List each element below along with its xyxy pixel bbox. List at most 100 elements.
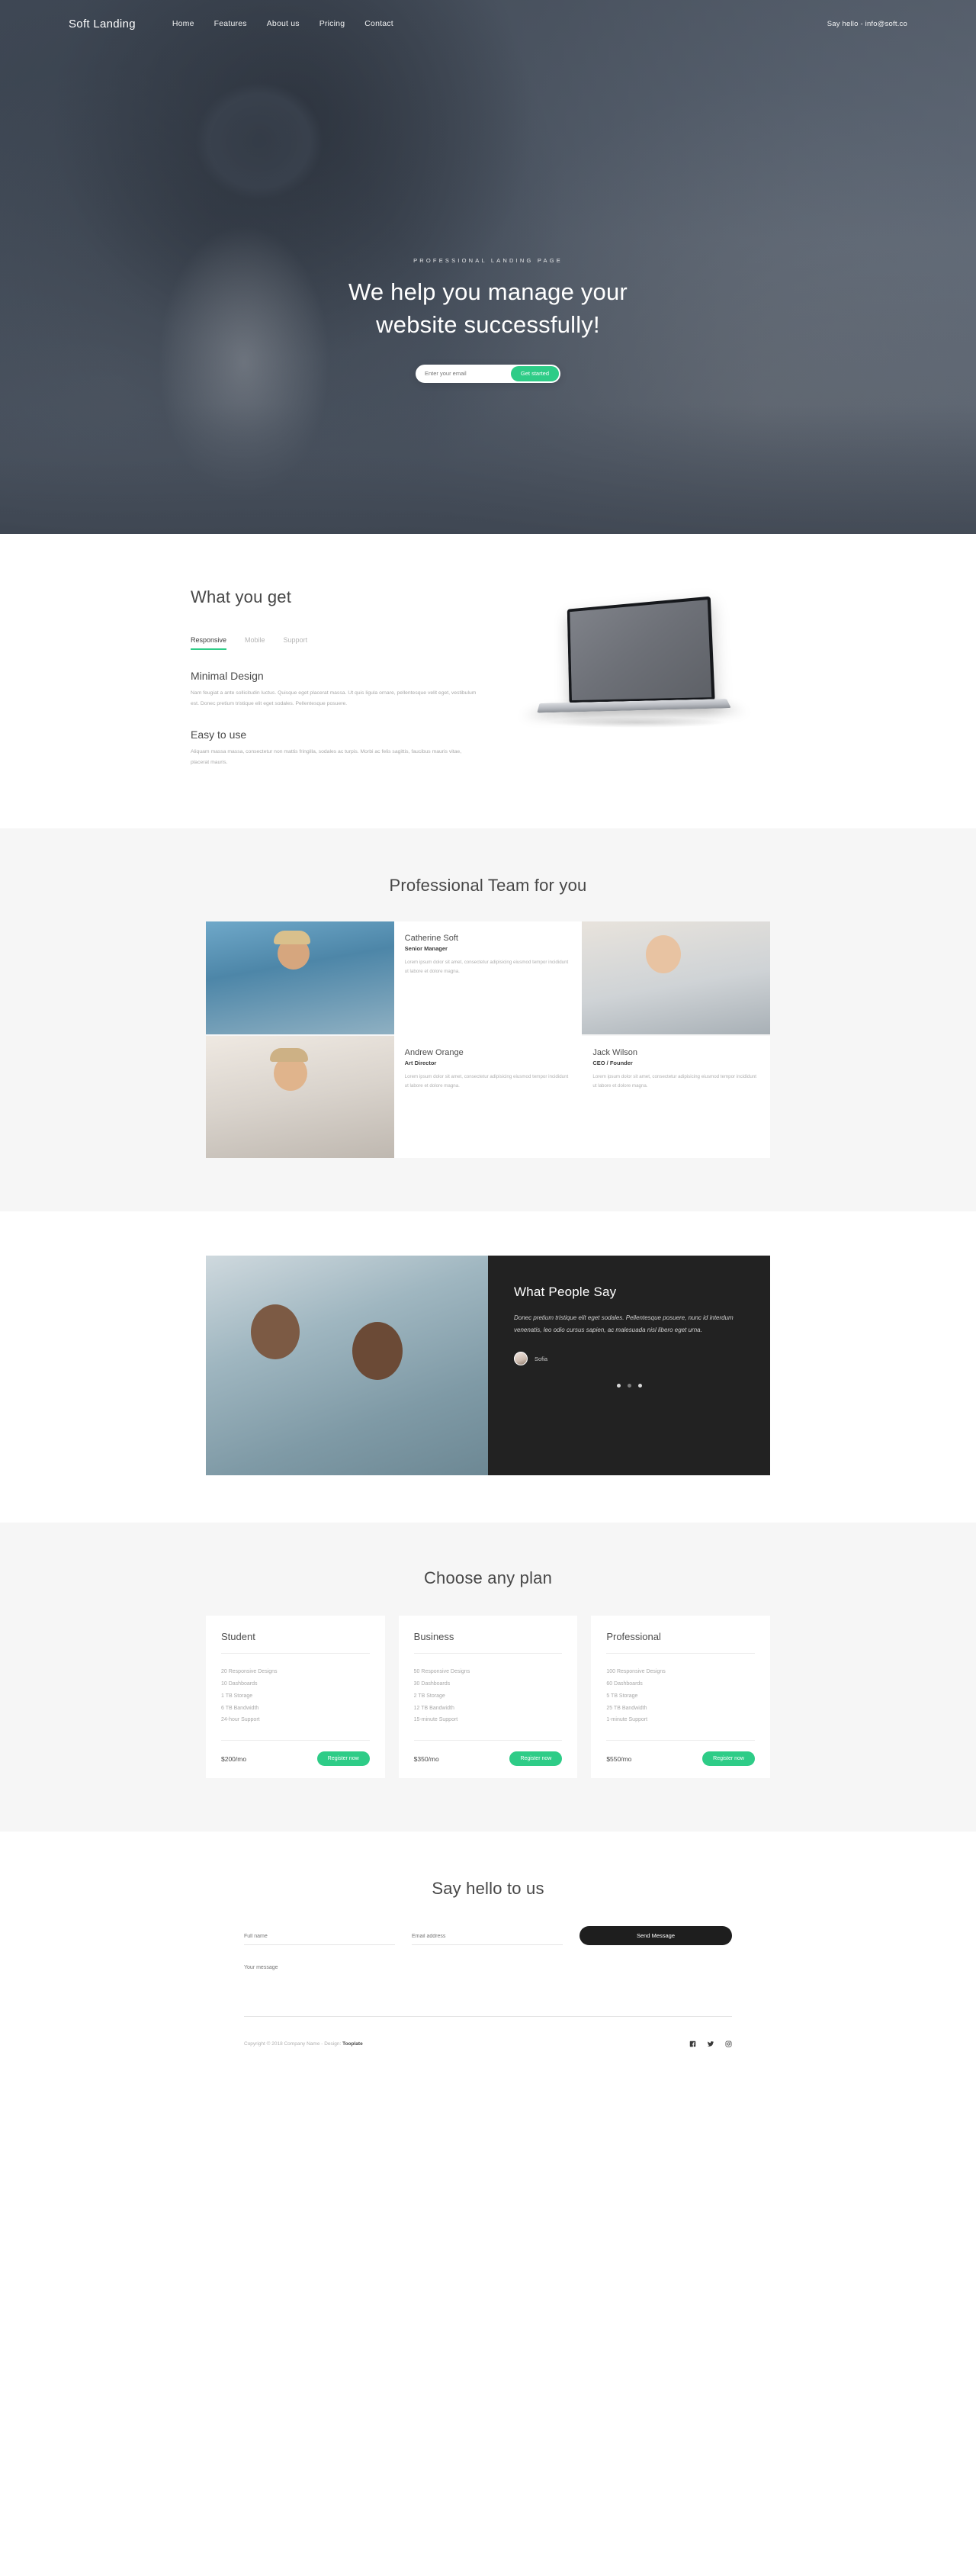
features-text-column: What you get Responsive Mobile Support M… — [191, 587, 480, 767]
facebook-icon[interactable] — [689, 2041, 696, 2047]
pricing-title: Choose any plan — [0, 1568, 976, 1588]
features-title: What you get — [191, 587, 480, 607]
team-member-name: Jack Wilson — [592, 1048, 759, 1057]
tab-support[interactable]: Support — [284, 636, 308, 650]
carousel-dot-3[interactable] — [638, 1384, 642, 1388]
team-member-name: Andrew Orange — [405, 1048, 572, 1057]
fullname-field-wrap — [244, 1928, 395, 1945]
pricing-grid: Student 20 Responsive Designs 10 Dashboa… — [206, 1616, 770, 1778]
features-tabs: Responsive Mobile Support — [191, 636, 480, 650]
tab-responsive[interactable]: Responsive — [191, 636, 226, 650]
contact-form: Send Message — [244, 1926, 732, 2021]
features-image-column — [480, 587, 785, 767]
plan-feature: 1 TB Storage — [221, 1690, 370, 1703]
hero-title: We help you manage your website successf… — [0, 276, 976, 342]
pricing-section: Choose any plan Student 20 Responsive De… — [0, 1523, 976, 1832]
team-member-bio: Lorem ipsum dolor sit amet, consectetur … — [405, 1073, 572, 1090]
testimonial-author-name: Sofia — [535, 1356, 547, 1362]
contact-section: Say hello to us Send Message — [0, 1832, 976, 2021]
carousel-dot-2[interactable] — [628, 1384, 631, 1388]
feature-body: Nam feugiat a ante sollicitudin luctus. … — [191, 688, 480, 709]
testimonial-image — [206, 1256, 488, 1475]
nav-item-home[interactable]: Home — [172, 19, 194, 28]
feature-block-easy-to-use: Easy to use Aliquam massa massa, consect… — [191, 728, 480, 767]
register-now-button[interactable]: Register now — [509, 1751, 562, 1766]
plan-feature: 25 TB Bandwidth — [606, 1703, 755, 1715]
plan-feature: 50 Responsive Designs — [414, 1666, 563, 1678]
testimonial-content: What People Say Donec pretium tristique … — [488, 1256, 770, 1475]
plan-feature-list: 50 Responsive Designs 30 Dashboards 2 TB… — [414, 1654, 563, 1740]
plan-feature: 15-minute Support — [414, 1714, 563, 1726]
register-now-button[interactable]: Register now — [702, 1751, 755, 1766]
plan-price: $200/mo — [221, 1755, 246, 1763]
team-member-role: CEO / Founder — [592, 1060, 759, 1066]
plan-feature: 10 Dashboards — [221, 1678, 370, 1690]
email-input[interactable] — [412, 1929, 563, 1945]
register-now-button[interactable]: Register now — [317, 1751, 370, 1766]
laptop-shadow — [545, 717, 728, 728]
carousel-dot-1[interactable] — [617, 1384, 621, 1388]
contact-title: Say hello to us — [0, 1879, 976, 1899]
feature-heading: Minimal Design — [191, 670, 480, 682]
nav-item-features[interactable]: Features — [214, 19, 247, 28]
team-card-catherine-soft: Catherine Soft Senior Manager Lorem ipsu… — [394, 921, 583, 1036]
hero-title-line-1: We help you manage your — [348, 278, 628, 305]
instagram-icon[interactable] — [725, 2041, 732, 2047]
copyright-brand: Tooplate — [342, 2041, 363, 2047]
plan-feature: 12 TB Bandwidth — [414, 1703, 563, 1715]
plan-feature-list: 20 Responsive Designs 10 Dashboards 1 TB… — [221, 1654, 370, 1740]
plan-feature: 60 Dashboards — [606, 1678, 755, 1690]
plan-price: $350/mo — [414, 1755, 439, 1763]
message-field-wrap — [244, 1963, 732, 2021]
avatar — [514, 1352, 528, 1365]
features-section: What you get Responsive Mobile Support M… — [0, 534, 976, 828]
plan-footer: $550/mo Register now — [606, 1740, 755, 1778]
testimonial-carousel-dots — [514, 1384, 744, 1388]
nav-item-pricing[interactable]: Pricing — [319, 19, 345, 28]
social-links — [689, 2041, 732, 2047]
hero-content: PROFESSIONAL LANDING PAGE We help you ma… — [0, 47, 976, 383]
team-member-bio: Lorem ipsum dolor sit amet, consectetur … — [592, 1073, 759, 1090]
hero-email-input[interactable] — [416, 370, 511, 377]
email-field-wrap — [412, 1928, 563, 1945]
hero-get-started-button[interactable]: Get started — [511, 366, 559, 381]
nav-contact-email[interactable]: Say hello - info@soft.co — [827, 20, 907, 28]
copyright-text: Copyright © 2018 Company Name - Design: … — [244, 2041, 363, 2047]
twitter-icon[interactable] — [707, 2041, 714, 2047]
message-textarea[interactable] — [244, 1963, 732, 2017]
team-photo-jack-wilson — [582, 921, 770, 1034]
pricing-card-student: Student 20 Responsive Designs 10 Dashboa… — [206, 1616, 385, 1778]
feature-block-minimal-design: Minimal Design Nam feugiat a ante sollic… — [191, 670, 480, 709]
hero-title-line-2: website successfully! — [376, 311, 600, 338]
feature-heading: Easy to use — [191, 728, 480, 741]
nav-item-contact[interactable]: Contact — [364, 19, 393, 28]
team-card-jack-wilson: Jack Wilson CEO / Founder Lorem ipsum do… — [582, 1036, 770, 1158]
testimonial-section: What People Say Donec pretium tristique … — [0, 1211, 976, 1523]
send-message-button[interactable]: Send Message — [580, 1926, 732, 1945]
plan-price: $550/mo — [606, 1755, 631, 1763]
laptop-screen — [567, 597, 715, 703]
plan-feature: 5 TB Storage — [606, 1690, 755, 1703]
team-title: Professional Team for you — [0, 876, 976, 896]
team-member-name: Catherine Soft — [405, 934, 572, 943]
laptop-image — [522, 603, 751, 748]
plan-feature: 24-hour Support — [221, 1714, 370, 1726]
nav-item-about-us[interactable]: About us — [267, 19, 300, 28]
laptop-base — [537, 699, 730, 712]
testimonial-quote: Donec pretium tristique elit eget sodale… — [514, 1312, 744, 1336]
plan-feature: 1-minute Support — [606, 1714, 755, 1726]
plan-feature: 2 TB Storage — [414, 1690, 563, 1703]
testimonial-author: Sofia — [514, 1352, 744, 1365]
plan-name: Professional — [606, 1631, 755, 1653]
plan-name: Business — [414, 1631, 563, 1653]
team-member-role: Art Director — [405, 1060, 572, 1066]
hero-eyebrow: PROFESSIONAL LANDING PAGE — [0, 257, 976, 264]
tab-mobile[interactable]: Mobile — [245, 636, 265, 650]
nav-links: Home Features About us Pricing Contact — [172, 19, 393, 28]
site-logo[interactable]: Soft Landing — [69, 18, 136, 31]
plan-name: Student — [221, 1631, 370, 1653]
pricing-card-professional: Professional 100 Responsive Designs 60 D… — [591, 1616, 770, 1778]
testimonial-title: What People Say — [514, 1285, 744, 1300]
pricing-card-business: Business 50 Responsive Designs 30 Dashbo… — [399, 1616, 578, 1778]
fullname-input[interactable] — [244, 1929, 395, 1945]
